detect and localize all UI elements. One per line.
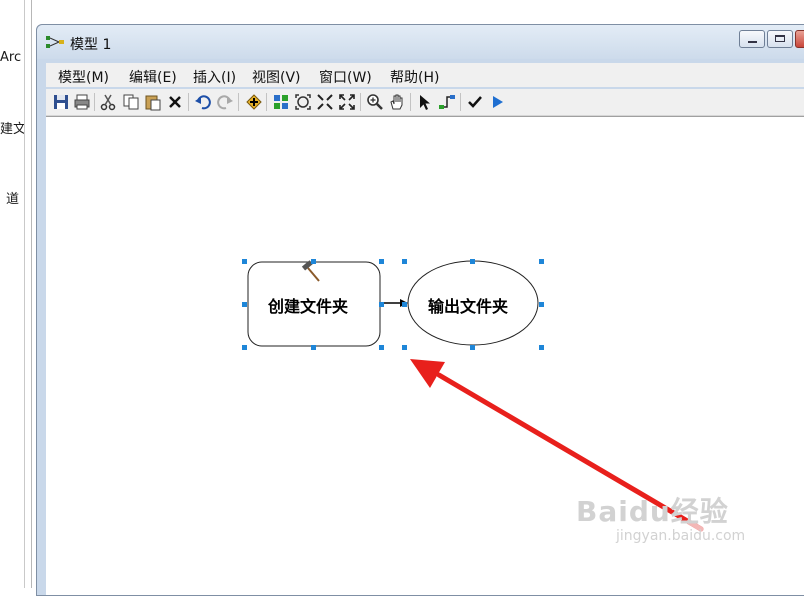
- background-divider: [31, 0, 32, 588]
- connect-icon[interactable]: [438, 93, 456, 111]
- validate-icon[interactable]: [466, 93, 484, 111]
- output-node-label: 输出文件夹: [428, 297, 509, 316]
- save-icon[interactable]: [52, 93, 70, 111]
- background-text-1: Arc: [0, 50, 22, 65]
- menu-model[interactable]: 模型(M): [58, 67, 109, 87]
- auto-layout-icon[interactable]: [272, 93, 290, 111]
- background-text-2: 建文件: [0, 122, 24, 137]
- watermark-url: jingyan.baidu.com: [616, 528, 746, 544]
- print-icon[interactable]: [73, 93, 91, 111]
- window-title: 模型 1: [70, 37, 112, 53]
- menu-window[interactable]: 窗口(W): [319, 67, 372, 87]
- minimize-icon: [748, 41, 757, 43]
- paste-icon[interactable]: [144, 93, 162, 111]
- undo-icon[interactable]: [194, 93, 212, 111]
- maximize-icon: [775, 35, 785, 42]
- title-bar[interactable]: 模型 1 ✕: [37, 25, 804, 59]
- zoom-in-fixed-icon[interactable]: [316, 93, 334, 111]
- delete-icon[interactable]: [166, 93, 184, 111]
- minimize-button[interactable]: [739, 30, 765, 48]
- add-data-icon[interactable]: [245, 93, 263, 111]
- cut-icon[interactable]: [99, 93, 117, 111]
- pan-icon[interactable]: [388, 93, 406, 111]
- window-controls: ✕: [739, 30, 804, 48]
- menu-bar: 模型(M) 编辑(E) 插入(I) 视图(V) 窗口(W) 帮助(H): [46, 63, 804, 87]
- watermark: Baidu经验 jingyan.baidu.com: [576, 490, 745, 544]
- select-icon[interactable]: [416, 93, 434, 111]
- redo-icon[interactable]: [216, 93, 234, 111]
- run-icon[interactable]: [488, 93, 506, 111]
- menu-edit[interactable]: 编辑(E): [129, 67, 177, 87]
- background-text-3: 道: [6, 192, 20, 207]
- tool-node-label: 创建文件夹: [268, 297, 349, 316]
- full-extent-icon[interactable]: [294, 93, 312, 111]
- close-button[interactable]: ✕: [795, 30, 804, 48]
- toolbar: [46, 89, 804, 116]
- model-icon: [46, 36, 64, 48]
- maximize-button[interactable]: [767, 30, 793, 48]
- zoom-out-fixed-icon[interactable]: [338, 93, 356, 111]
- menu-insert[interactable]: 插入(I): [193, 67, 236, 87]
- menu-view[interactable]: 视图(V): [252, 67, 301, 87]
- copy-icon[interactable]: [122, 93, 140, 111]
- background-app-panel: Arc 建文件 道: [0, 0, 25, 588]
- menu-help[interactable]: 帮助(H): [390, 67, 439, 87]
- zoom-icon[interactable]: [366, 93, 384, 111]
- watermark-logo: Baidu经验: [576, 495, 729, 528]
